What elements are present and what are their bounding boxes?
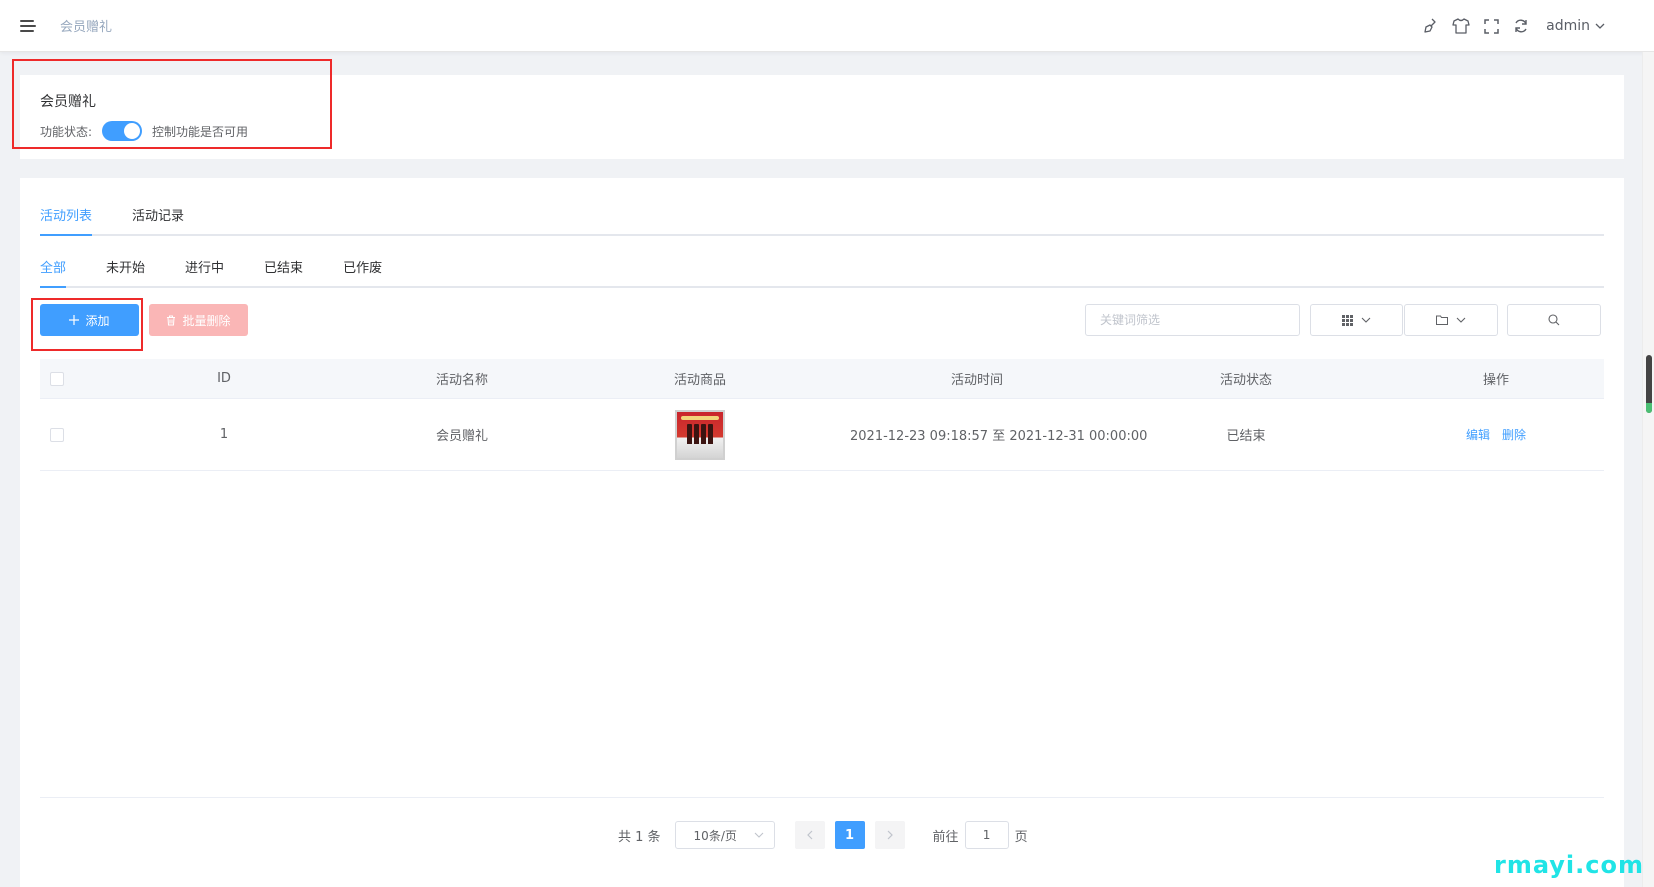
refresh-icon[interactable]: [1512, 17, 1530, 35]
product-thumbnail[interactable]: [675, 409, 725, 460]
top-navbar: 会员赠礼 admin: [0, 0, 1654, 52]
fullscreen-icon[interactable]: [1482, 17, 1500, 35]
tab-activity-list[interactable]: 活动列表: [40, 205, 93, 236]
page-scrollbar[interactable]: [1642, 52, 1654, 887]
scrollbar-thumb[interactable]: [1646, 355, 1652, 413]
chevron-down-icon: [1456, 317, 1466, 323]
edit-link[interactable]: 编辑: [1466, 426, 1490, 443]
next-page-button[interactable]: [874, 821, 905, 849]
goto-page-input[interactable]: [964, 821, 1009, 849]
feature-status-row: 功能状态: 控制功能是否可用: [40, 121, 1604, 141]
topbar-actions: admin: [1422, 0, 1606, 52]
row-id: 1: [219, 427, 229, 442]
feature-description: 控制功能是否可用: [152, 124, 249, 139]
table-row: 1 会员赠礼 2021-12-23 09:18:57 至 2021-12-31 …: [40, 399, 1604, 471]
broom-icon[interactable]: [1422, 17, 1440, 35]
column-settings-dropdown[interactable]: [1310, 304, 1403, 336]
activity-table: ID 活动名称 活动商品 活动时间 活动状态 操作 1 会员赠礼 2021-12…: [40, 359, 1604, 471]
page-size-value: 10条/页: [693, 828, 737, 843]
column-activity-goods: 活动商品: [673, 373, 726, 388]
feature-status-card: 会员赠礼 功能状态: 控制功能是否可用: [20, 75, 1624, 159]
status-filter-tabs: 全部 未开始 进行中 已结束 已作废: [40, 236, 1604, 288]
column-activity-time: 活动时间: [950, 373, 1003, 388]
subtab-all[interactable]: 全部: [40, 257, 67, 288]
chevron-down-icon: [1361, 317, 1371, 323]
keyword-search-input[interactable]: [1085, 304, 1300, 336]
column-id: ID: [217, 371, 231, 386]
search-icon: [1548, 314, 1560, 326]
row-checkbox[interactable]: [50, 427, 64, 442]
page-number-button[interactable]: 1: [834, 821, 865, 849]
goto-label: 前往: [932, 829, 959, 845]
subtab-ended[interactable]: 已结束: [264, 257, 303, 286]
row-goods-cell: [550, 409, 850, 460]
feature-toggle-switch[interactable]: [102, 121, 143, 141]
shirt-icon[interactable]: [1452, 17, 1470, 35]
bulk-delete-label: 批量删除: [182, 313, 231, 328]
table-bottom-divider: [40, 797, 1604, 798]
subtab-in-progress[interactable]: 进行中: [185, 257, 224, 286]
watermark: rmayi.com: [1493, 851, 1644, 879]
chevron-down-icon: [754, 832, 763, 838]
select-all-checkbox[interactable]: [50, 371, 64, 386]
pagination: 共 1 条 10条/页 1 前往 页: [618, 820, 1028, 850]
row-actions: 编辑 删除: [1388, 426, 1604, 443]
subtab-not-started[interactable]: 未开始: [106, 257, 145, 286]
search-button[interactable]: [1507, 304, 1601, 336]
row-activity-time: 2021-12-23 09:18:57 至 2021-12-31 00:00:0…: [850, 429, 1148, 444]
chevron-down-icon: [1595, 23, 1605, 29]
column-activity-name: 活动名称: [435, 373, 488, 388]
hamburger-menu-icon[interactable]: [20, 16, 40, 36]
trash-icon: [167, 315, 176, 325]
row-activity-status: 已结束: [1226, 429, 1266, 444]
delete-link[interactable]: 删除: [1502, 426, 1526, 443]
breadcrumb[interactable]: 会员赠礼: [60, 16, 112, 35]
column-actions: 操作: [1482, 373, 1509, 388]
chevron-right-icon: [887, 830, 893, 840]
bulk-delete-button[interactable]: 批量删除: [149, 304, 248, 336]
row-checkbox-cell: [40, 427, 74, 442]
add-button[interactable]: 添加: [40, 304, 139, 336]
activity-list-card: 活动列表 活动记录 全部 未开始 进行中 已结束 已作废 添加 批量删除: [20, 178, 1624, 887]
plus-icon: [69, 315, 80, 325]
header-checkbox-cell: [40, 371, 74, 386]
add-button-label: 添加: [85, 313, 110, 328]
feature-title: 会员赠礼: [40, 94, 96, 110]
tab-activity-records[interactable]: 活动记录: [132, 205, 184, 234]
subtab-voided[interactable]: 已作废: [343, 257, 382, 286]
username: admin: [1546, 18, 1590, 34]
prev-page-button[interactable]: [794, 821, 825, 849]
pagination-total: 共 1 条: [618, 829, 661, 845]
table-header: ID 活动名称 活动商品 活动时间 活动状态 操作: [40, 359, 1604, 399]
grid-icon: [1342, 314, 1353, 326]
user-dropdown[interactable]: admin: [1546, 18, 1606, 34]
chevron-left-icon: [806, 830, 812, 840]
table-toolbar: 添加 批量删除: [40, 288, 1604, 350]
export-dropdown[interactable]: [1404, 304, 1498, 336]
column-activity-status: 活动状态: [1219, 373, 1272, 388]
main-tabs: 活动列表 活动记录: [40, 178, 1604, 236]
page-suffix: 页: [1014, 829, 1028, 845]
folder-icon: [1436, 315, 1448, 325]
row-activity-name: 会员赠礼: [435, 429, 488, 444]
feature-status-label: 功能状态:: [40, 124, 93, 139]
page-size-select[interactable]: 10条/页: [674, 821, 775, 849]
